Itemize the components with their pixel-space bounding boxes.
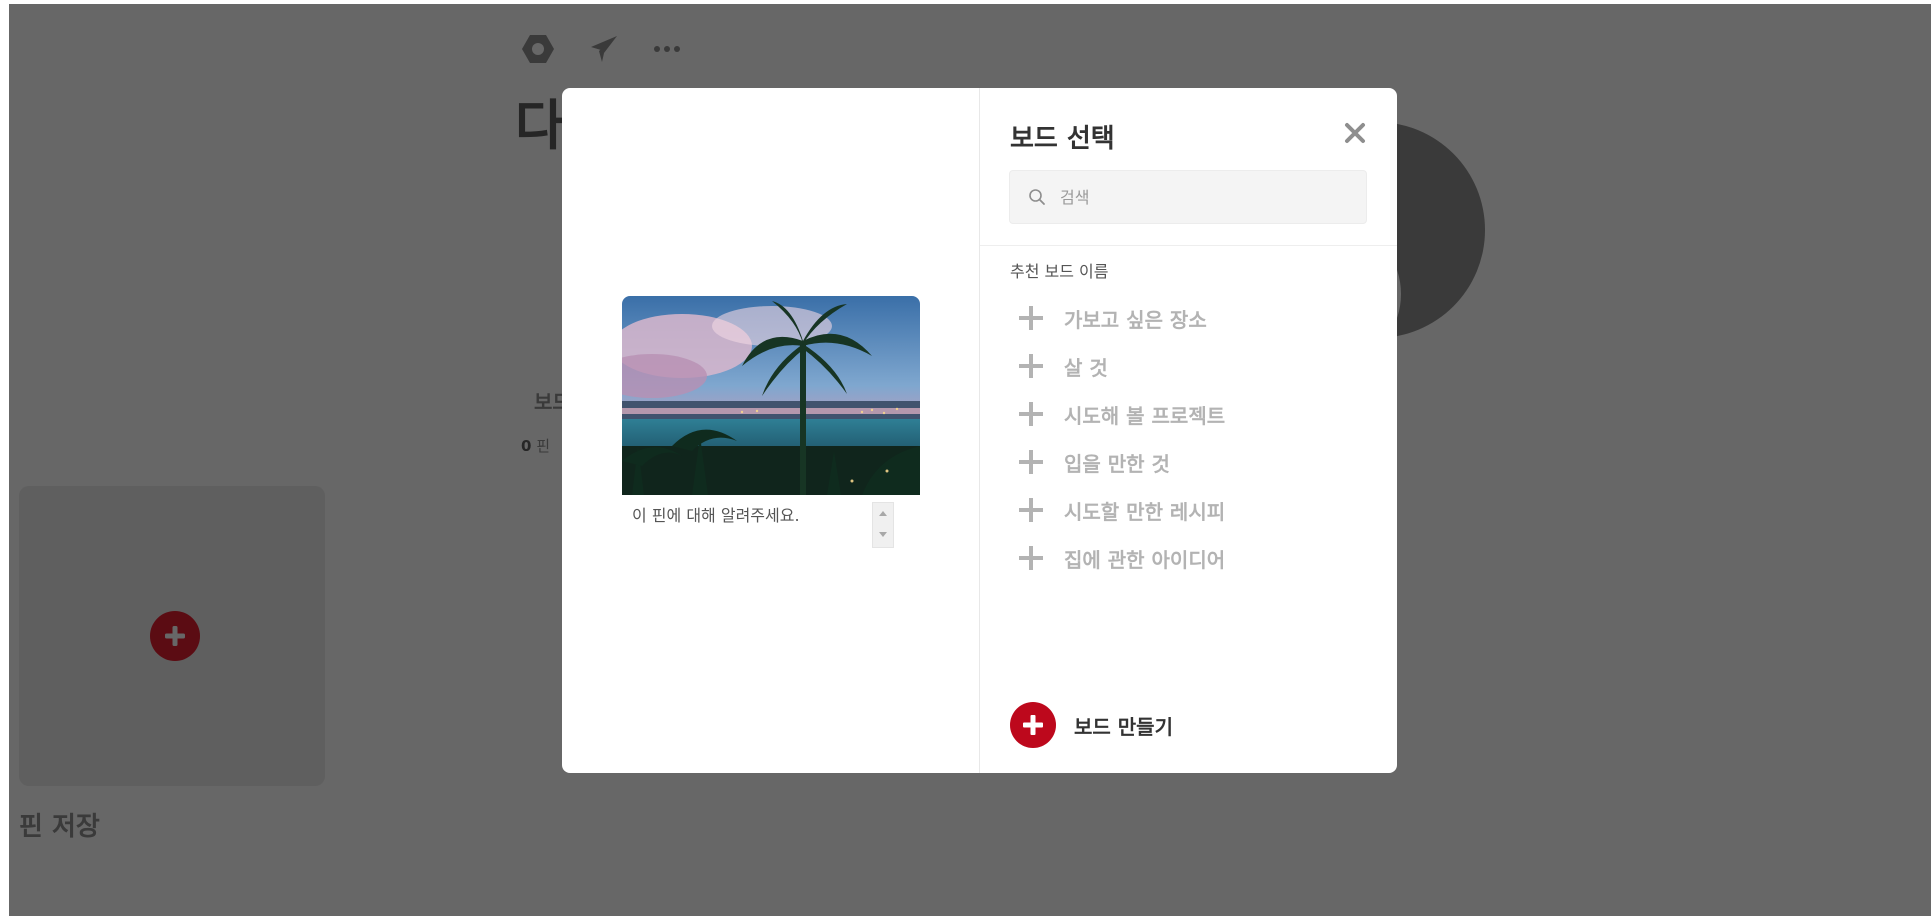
save-pin-label: 핀 저장 xyxy=(19,812,100,842)
board-item-recipes[interactable]: 시도할 만한 레시피 xyxy=(1010,486,1370,534)
board-item-label: 가보고 싶은 장소 xyxy=(1064,307,1207,332)
board-picker-modal: 이 핀에 대해 알려주세요. 보드 선택 추천 보드 이름 가보고 싶은 장소 xyxy=(562,88,1397,773)
board-item-home-ideas[interactable]: 집에 관한 아이디어 xyxy=(1010,534,1370,582)
scroll-down-icon[interactable] xyxy=(879,532,887,537)
board-item-label: 살 것 xyxy=(1064,355,1108,380)
suggested-boards-label: 추천 보드 이름 xyxy=(1010,262,1109,281)
plus-icon xyxy=(1019,498,1043,522)
pin-count: 0 핀 xyxy=(521,435,550,456)
board-item-label: 시도할 만한 레시피 xyxy=(1064,499,1226,524)
plus-icon xyxy=(1019,450,1043,474)
plus-icon xyxy=(1019,546,1043,570)
add-board-icon xyxy=(1010,702,1056,748)
section-divider xyxy=(980,245,1397,246)
add-icon xyxy=(150,611,200,661)
more-icon[interactable] xyxy=(653,44,681,54)
save-pin-card[interactable] xyxy=(19,486,325,786)
suggested-board-list: 가보고 싶은 장소 살 것 시도해 볼 프로젝트 입을 만한 것 시도할 만한 … xyxy=(1010,294,1370,582)
board-item-places[interactable]: 가보고 싶은 장소 xyxy=(1010,294,1370,342)
plus-icon xyxy=(1019,354,1043,378)
send-icon[interactable] xyxy=(589,34,619,64)
board-item-to-wear[interactable]: 입을 만한 것 xyxy=(1010,438,1370,486)
profile-toolbar xyxy=(521,34,681,64)
pin-description-input[interactable]: 이 핀에 대해 알려주세요. xyxy=(632,502,800,526)
pin-count-number: 0 xyxy=(521,437,532,455)
settings-icon[interactable] xyxy=(521,34,555,64)
plus-icon xyxy=(1019,306,1043,330)
search-box[interactable] xyxy=(1009,170,1367,224)
plus-icon xyxy=(1019,402,1043,426)
pin-image xyxy=(622,296,920,495)
board-item-projects[interactable]: 시도해 볼 프로젝트 xyxy=(1010,390,1370,438)
profile-title: 다 xyxy=(515,94,565,157)
modal-title: 보드 선택 xyxy=(1010,124,1115,154)
search-input[interactable] xyxy=(1058,186,1342,208)
create-board-label: 보드 만들기 xyxy=(1074,714,1173,739)
close-button[interactable] xyxy=(1340,118,1370,148)
board-item-label: 입을 만한 것 xyxy=(1064,451,1170,476)
pin-preview-panel: 이 핀에 대해 알려주세요. xyxy=(562,88,979,773)
board-item-label: 집에 관한 아이디어 xyxy=(1064,547,1226,572)
scroll-up-icon[interactable] xyxy=(879,511,887,516)
description-scrollbar[interactable] xyxy=(872,502,894,548)
close-icon xyxy=(1345,123,1365,143)
pin-count-unit: 핀 xyxy=(536,437,551,455)
search-icon xyxy=(1029,189,1045,205)
board-item-to-buy[interactable]: 살 것 xyxy=(1010,342,1370,390)
board-item-label: 시도해 볼 프로젝트 xyxy=(1064,403,1226,428)
create-board-button[interactable]: 보드 만들기 xyxy=(1010,702,1173,748)
board-select-panel: 보드 선택 추천 보드 이름 가보고 싶은 장소 살 것 xyxy=(980,88,1397,773)
